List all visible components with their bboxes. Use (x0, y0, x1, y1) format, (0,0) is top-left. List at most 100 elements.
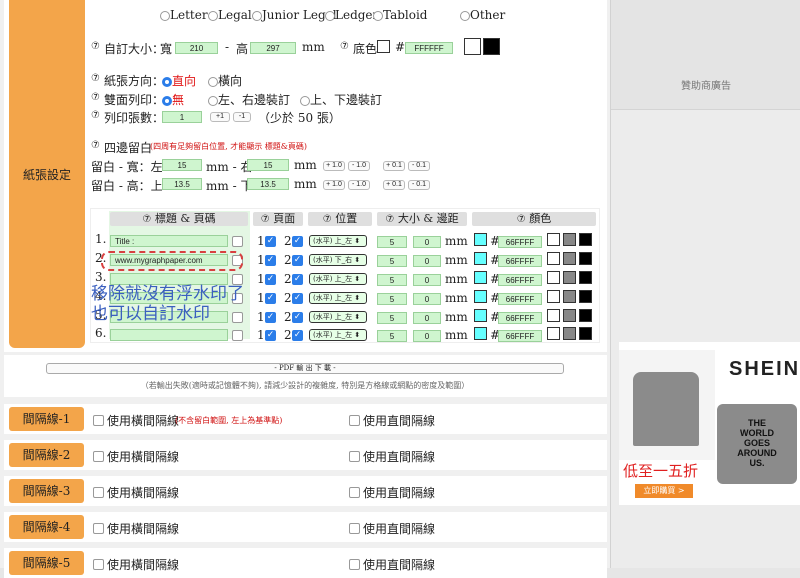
color-swatch[interactable] (474, 290, 487, 303)
radio[interactable] (252, 10, 262, 21)
page-odd-checkbox[interactable]: ✓ (265, 236, 276, 247)
position-select[interactable]: (水平) 下_右 ⬍ (309, 254, 367, 266)
color-swatch[interactable] (474, 327, 487, 340)
page-even-checkbox[interactable]: ✓ (292, 255, 303, 266)
position-select[interactable]: (水平) 上_左 ⬍ (309, 311, 367, 323)
copies-plus-button[interactable]: +1 (210, 112, 230, 122)
paper-size-other[interactable]: Other (460, 8, 505, 22)
interval-line-tab[interactable]: 間隔線-4 (9, 515, 84, 539)
vertical-line-checkbox[interactable] (349, 559, 360, 570)
size-input[interactable]: 5 (377, 330, 407, 342)
position-select[interactable]: (水平) 上_左 ⬍ (309, 292, 367, 304)
radio-selected[interactable] (162, 95, 172, 106)
vertical-line-checkbox[interactable] (349, 487, 360, 498)
paper-size-letter[interactable]: Letter (160, 8, 208, 22)
ud-minus-0.1-button[interactable]: - 0.1 (408, 180, 430, 190)
page-even-checkbox[interactable]: ✓ (292, 274, 303, 285)
page-odd-checkbox[interactable]: ✓ (265, 293, 276, 304)
help-icon[interactable]: ⑦ (91, 110, 100, 121)
page-odd-checkbox[interactable]: ✓ (265, 330, 276, 341)
black-swatch[interactable] (483, 38, 500, 55)
color-swatch[interactable] (474, 233, 487, 246)
color-swatch[interactable] (474, 271, 487, 284)
page-even-checkbox[interactable]: ✓ (292, 236, 303, 247)
paper-size-ledger[interactable]: Ledger (325, 8, 378, 22)
white-swatch[interactable] (547, 327, 560, 340)
white-swatch[interactable] (547, 271, 560, 284)
color-input[interactable]: 66FFFF (498, 312, 542, 324)
help-icon[interactable]: ⑦ (91, 73, 100, 84)
color-input[interactable]: 66FFFF (498, 236, 542, 248)
margin-input[interactable]: 0 (413, 293, 441, 305)
gray-swatch[interactable] (563, 252, 576, 265)
paper-size-tabloid[interactable]: Tabloid (373, 8, 428, 22)
page-even-checkbox[interactable]: ✓ (292, 330, 303, 341)
bg-color-swatch[interactable] (377, 40, 390, 53)
help-icon[interactable]: ⑦ (91, 92, 100, 103)
ud-plus-0.1-button[interactable]: + 0.1 (383, 180, 405, 190)
page-odd-checkbox[interactable]: ✓ (265, 274, 276, 285)
margin-bottom-input[interactable]: 13.5 (247, 178, 289, 190)
radio[interactable] (160, 10, 170, 21)
paper-size-junior-legal[interactable]: Junior Legal (252, 8, 337, 22)
color-swatch[interactable] (474, 309, 487, 322)
copies-input[interactable]: 1 (162, 111, 202, 123)
gray-swatch[interactable] (563, 233, 576, 246)
duplex-left-right[interactable]: 左、右邊裝訂 (208, 91, 290, 108)
size-input[interactable]: 5 (377, 274, 407, 286)
horizontal-line-checkbox[interactable] (93, 487, 104, 498)
size-input[interactable]: 5 (377, 236, 407, 248)
horizontal-line-checkbox[interactable] (93, 451, 104, 462)
size-input[interactable]: 5 (377, 293, 407, 305)
radio[interactable] (373, 10, 383, 21)
pdf-download-button[interactable]: - PDF 輸 出 下 載 - (46, 363, 564, 374)
margin-input[interactable]: 0 (413, 274, 441, 286)
lr-minus-0.1-button[interactable]: - 0.1 (408, 161, 430, 171)
color-input[interactable]: 66FFFF (498, 293, 542, 305)
ud-plus-1-button[interactable]: + 1.0 (323, 180, 345, 190)
margin-input[interactable]: 0 (413, 255, 441, 267)
white-swatch[interactable] (547, 252, 560, 265)
title-input[interactable] (110, 329, 228, 341)
black-swatch[interactable] (579, 233, 592, 246)
horizontal-line-checkbox[interactable] (93, 523, 104, 534)
white-swatch[interactable] (547, 309, 560, 322)
page-even-checkbox[interactable]: ✓ (292, 312, 303, 323)
lr-plus-1-button[interactable]: + 1.0 (323, 161, 345, 171)
title-checkbox[interactable] (232, 330, 243, 341)
orientation-portrait[interactable]: 直向 (162, 72, 196, 89)
black-swatch[interactable] (579, 271, 592, 284)
ad-banner[interactable]: SHEIN THE WORLD GOES AROUND US. 低至一五折 立即… (619, 342, 800, 505)
white-swatch[interactable] (464, 38, 481, 55)
size-input[interactable]: 5 (377, 312, 407, 324)
size-input[interactable]: 5 (377, 255, 407, 267)
black-swatch[interactable] (579, 327, 592, 340)
gray-swatch[interactable] (563, 290, 576, 303)
position-select[interactable]: (水平) 上_左 ⬍ (309, 235, 367, 247)
radio-selected[interactable] (162, 76, 172, 87)
copies-minus-button[interactable]: -1 (233, 112, 251, 122)
horizontal-line-checkbox[interactable] (93, 559, 104, 570)
ad-buy-button[interactable]: 立即購買 > (635, 484, 693, 498)
page-odd-checkbox[interactable]: ✓ (265, 255, 276, 266)
horizontal-line-checkbox[interactable] (93, 415, 104, 426)
margin-top-input[interactable]: 13.5 (162, 178, 202, 190)
position-select[interactable]: (水平) 上_左 ⬍ (309, 329, 367, 341)
interval-line-tab[interactable]: 間隔線-1 (9, 407, 84, 431)
radio[interactable] (208, 76, 218, 87)
help-icon[interactable]: ⑦ (340, 41, 349, 52)
margin-right-input[interactable]: 15 (247, 159, 289, 171)
interval-line-tab[interactable]: 間隔線-2 (9, 443, 84, 467)
orientation-landscape[interactable]: 橫向 (208, 72, 242, 89)
radio[interactable] (460, 10, 470, 21)
gray-swatch[interactable] (563, 271, 576, 284)
paper-settings-tab[interactable]: 紙張設定 (9, 0, 85, 348)
page-odd-checkbox[interactable]: ✓ (265, 312, 276, 323)
white-swatch[interactable] (547, 233, 560, 246)
interval-line-tab[interactable]: 間隔線-3 (9, 479, 84, 503)
title-input[interactable]: Title : (110, 235, 228, 247)
lr-plus-0.1-button[interactable]: + 0.1 (383, 161, 405, 171)
black-swatch[interactable] (579, 309, 592, 322)
vertical-line-checkbox[interactable] (349, 523, 360, 534)
radio[interactable] (325, 10, 335, 21)
